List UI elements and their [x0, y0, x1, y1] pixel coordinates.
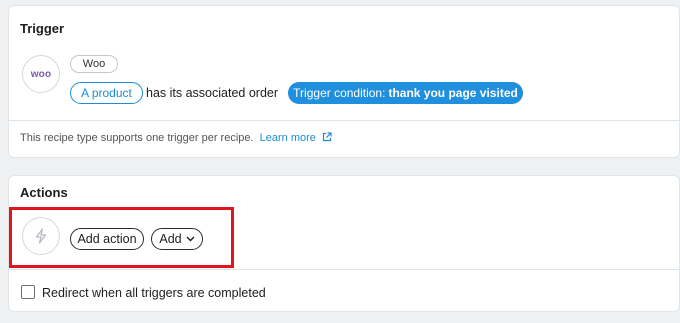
trigger-card: Trigger woo Woo A product has its associ…: [8, 5, 680, 158]
integration-tag: Woo: [70, 55, 118, 73]
woo-logo-icon: woo: [22, 55, 60, 93]
actions-divider: [9, 269, 679, 270]
condition-prefix: Trigger condition:: [293, 86, 386, 100]
chevron-down-icon: [186, 236, 195, 242]
add-dropdown-button[interactable]: Add: [151, 228, 203, 250]
learn-more-label: Learn more: [259, 132, 316, 144]
trigger-note: This recipe type supports one trigger pe…: [20, 132, 332, 144]
learn-more-link[interactable]: Learn more: [260, 132, 332, 144]
add-label: Add: [159, 232, 182, 246]
trigger-condition-pill[interactable]: Trigger condition: thank you page visite…: [288, 82, 523, 104]
external-link-icon: [322, 132, 332, 142]
add-action-button[interactable]: Add action: [70, 228, 144, 250]
actions-title: Actions: [20, 185, 68, 200]
bolt-icon: [22, 217, 60, 255]
redirect-checkbox[interactable]: [21, 285, 35, 299]
trigger-note-text: This recipe type supports one trigger pe…: [20, 132, 254, 144]
trigger-sentence: has its associated order: [146, 86, 279, 100]
condition-value: thank you page visited: [388, 86, 518, 100]
trigger-title: Trigger: [20, 21, 65, 36]
bolt-glyph-icon: [35, 228, 47, 244]
trigger-divider: [9, 120, 679, 121]
subject-pill[interactable]: A product: [70, 82, 143, 104]
woo-logo-text: woo: [30, 68, 52, 80]
actions-card: Actions Add action Add Redirect when all…: [8, 175, 680, 312]
redirect-label: Redirect when all triggers are completed: [42, 286, 266, 300]
